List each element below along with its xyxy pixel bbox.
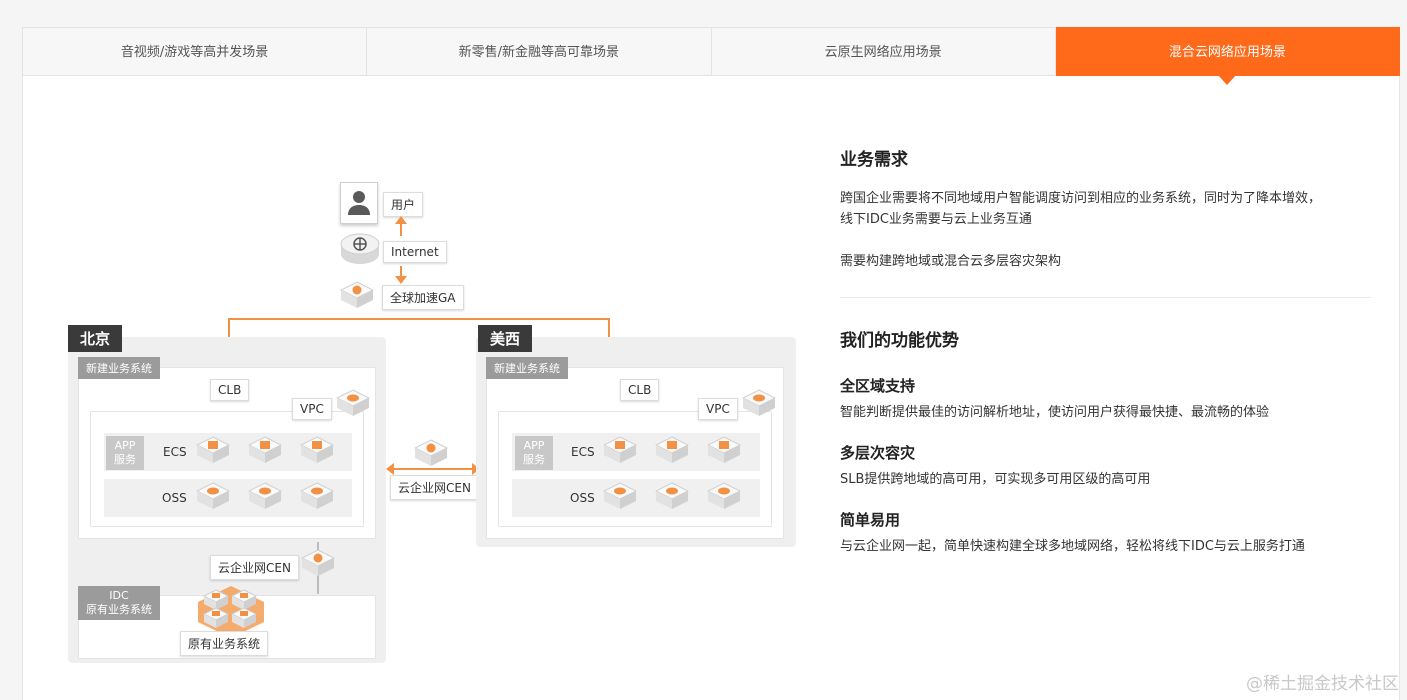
tab-hybrid-cloud[interactable]: 混合云网络应用场景 — [1055, 27, 1400, 85]
oss-storage-icon — [707, 481, 741, 511]
architecture-diagram: 用户 Internet 全球加速GA 北京 新建业务系统 CLB VPC APP… — [60, 170, 800, 670]
oss-storage-icon — [655, 481, 689, 511]
region-beijing-label: 北京 — [68, 325, 123, 352]
ecs-label: ECS — [163, 445, 187, 459]
scenario-description: 业务需求 跨国企业需要将不同地域用户智能调度访问到相应的业务系统，同时为了降本增… — [840, 140, 1380, 557]
global-accelerator-icon — [340, 280, 374, 310]
vpc-label-us: VPC — [698, 398, 738, 420]
connector-line — [390, 468, 476, 470]
cen-label-horizontal: 云企业网CEN — [390, 475, 479, 500]
clb-label: CLB — [210, 379, 250, 401]
scenario-tabs: 音视频/游戏等高并发场景 新零售/新金融等高可靠场景 云原生网络应用场景 混合云… — [22, 27, 1400, 85]
ecs-server-icon — [707, 435, 741, 465]
ecs-server-icon — [603, 435, 637, 465]
feature-title: 多层次容灾 — [840, 444, 916, 462]
tab-cloud-native[interactable]: 云原生网络应用场景 — [711, 27, 1056, 76]
feature-desc: 与云企业网一起，简单快速构建全球多地域网络，轻松将线下IDC与云上服务打通 — [840, 539, 1305, 554]
needs-paragraph-line-2: 线下IDC业务需要与云上业务互通 — [840, 212, 1032, 227]
ecs-server-icon — [248, 435, 282, 465]
region-us-west-label: 美西 — [478, 325, 533, 352]
arrow-icon — [386, 463, 394, 475]
arrow-icon — [395, 216, 407, 224]
legacy-servers-icon — [190, 582, 272, 638]
oss-label: OSS — [162, 491, 187, 505]
internet-icon — [340, 232, 380, 266]
vpc-icon — [336, 388, 370, 418]
section-divider — [840, 297, 1371, 298]
connector-line — [400, 222, 402, 236]
app-service-label-us: APP 服务 — [515, 436, 553, 470]
vpc-label: VPC — [292, 398, 332, 420]
ga-label: 全球加速GA — [382, 285, 464, 310]
needs-paragraph-line-1: 跨国企业需要将不同地域用户智能调度访问到相应的业务系统，同时为了降本增效， — [840, 191, 1322, 206]
internet-label: Internet — [383, 241, 447, 263]
advantages-title: 我们的功能优势 — [840, 331, 959, 351]
watermark: @稀土掘金技术社区 — [1246, 674, 1399, 694]
feature-title: 全区域支持 — [840, 377, 916, 395]
oss-storage-icon — [603, 481, 637, 511]
cen-icon — [414, 438, 448, 468]
oss-storage-icon — [196, 481, 230, 511]
user-icon — [340, 182, 378, 224]
connector-line — [228, 318, 610, 320]
arrow-icon — [395, 276, 407, 284]
oss-storage-icon — [248, 481, 282, 511]
oss-label-us: OSS — [570, 491, 595, 505]
cen-icon — [301, 548, 335, 578]
feature-desc: 智能判断提供最佳的访问解析地址，使访问用户获得最快捷、最流畅的体验 — [840, 405, 1270, 420]
ecs-label-us: ECS — [571, 445, 595, 459]
app-service-label: APP 服务 — [106, 436, 144, 470]
user-label: 用户 — [383, 192, 424, 217]
feature-desc: SLB提供跨地域的高可用，可实现多可用区级的高可用 — [840, 472, 1151, 487]
cen-label-vertical: 云企业网CEN — [210, 555, 299, 580]
legacy-system-label: 原有业务系统 — [180, 631, 269, 656]
feature-title: 简单易用 — [840, 511, 901, 529]
needs-paragraph-2: 需要构建跨地域或混合云多层容灾架构 — [840, 254, 1062, 269]
new-system-label: 新建业务系统 — [78, 357, 160, 379]
tab-high-reliability[interactable]: 新零售/新金融等高可靠场景 — [367, 27, 712, 76]
ecs-server-icon — [655, 435, 689, 465]
new-system-label-us: 新建业务系统 — [486, 357, 568, 379]
oss-storage-icon — [300, 481, 334, 511]
tab-high-concurrency[interactable]: 音视频/游戏等高并发场景 — [22, 27, 368, 76]
ecs-server-icon — [196, 435, 230, 465]
clb-label-us: CLB — [620, 379, 660, 401]
needs-title: 业务需求 — [840, 150, 908, 170]
idc-label: IDC 原有业务系统 — [78, 586, 160, 620]
ecs-server-icon — [300, 435, 334, 465]
vpc-icon — [742, 388, 776, 418]
